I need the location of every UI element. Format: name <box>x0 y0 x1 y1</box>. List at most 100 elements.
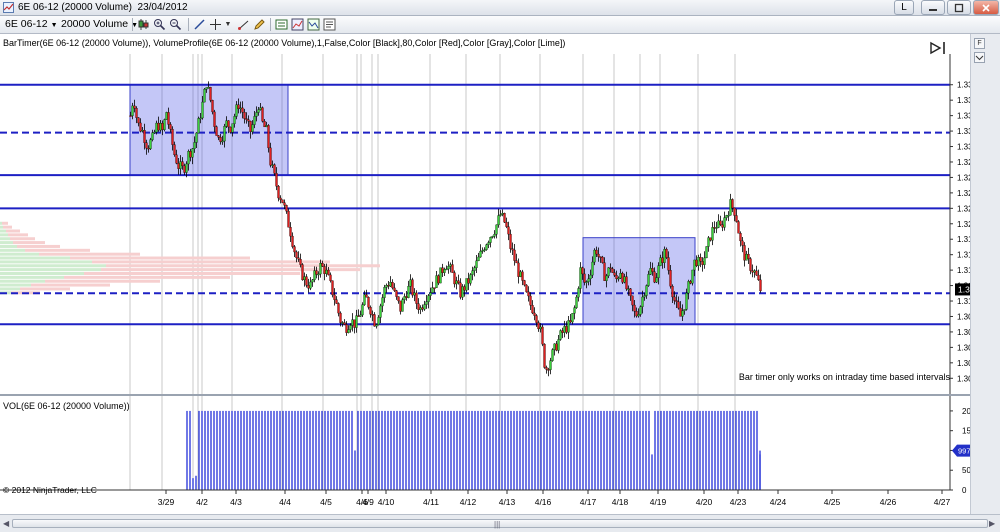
draw-line-button[interactable] <box>192 17 207 32</box>
price-tick-label: 1.3360 <box>957 96 970 105</box>
candle-down <box>215 126 218 136</box>
candle-down <box>139 122 142 132</box>
candle-down <box>635 311 638 317</box>
range-box <box>582 237 696 325</box>
candle-up <box>499 214 502 216</box>
date-tick-label: 3/29 <box>158 497 175 507</box>
candle-down <box>621 272 624 283</box>
volume-profile-row <box>64 275 230 279</box>
draw-ray-button[interactable] <box>236 17 251 32</box>
price-panel[interactable]: 1.3380 1.3360 1.3340 1.3320 1.3300 1.3280 1.32… <box>0 34 991 394</box>
indicator-label: BarTimer(6E 06-12 (20000 Volume)), Volum… <box>3 38 565 48</box>
candle-up <box>591 261 594 276</box>
candle-down <box>665 248 668 258</box>
candle-up <box>149 139 152 149</box>
volume-chart[interactable]: 200001500010000500009970 3/294/24/34/44/… <box>0 396 985 514</box>
candle-up <box>571 313 574 323</box>
chevron-down-icon <box>975 55 984 61</box>
candle-up <box>473 267 476 271</box>
instrument-value: 6E 06-12 <box>5 18 48 30</box>
candle-up <box>585 281 588 283</box>
price-tick-label: 1.3180 <box>957 235 970 244</box>
date-tick-label: 4/20 <box>696 497 713 507</box>
instrument-selector[interactable]: 6E 06-12 ▼ <box>2 17 58 32</box>
candle-down <box>733 207 736 216</box>
candle-up <box>587 278 590 282</box>
price-axis: 1.3380 1.3360 1.3340 1.3320 1.3300 1.3280 1.32… <box>949 54 991 394</box>
candle-down <box>541 326 544 345</box>
candle-down <box>367 297 370 308</box>
candle-up <box>577 288 580 298</box>
go-to-end-button[interactable] <box>928 40 948 56</box>
candle-down <box>651 268 654 272</box>
price-chart[interactable]: 1.3380 1.3360 1.3340 1.3320 1.3300 1.3280 1.32… <box>0 34 991 394</box>
crosshair-icon <box>210 19 221 30</box>
candle-up <box>539 326 542 330</box>
candle-up <box>729 199 732 216</box>
candle-down <box>279 197 282 200</box>
price-axis-format-button[interactable]: F <box>974 38 985 49</box>
candle-up <box>475 260 478 268</box>
candle-down <box>609 267 612 270</box>
candle-up <box>155 122 158 133</box>
bar-type-button[interactable] <box>136 17 151 32</box>
close-button[interactable] <box>973 0 999 15</box>
date-tick-label: 4/23 <box>730 497 747 507</box>
candle-down <box>533 312 536 316</box>
pencil-icon <box>254 19 265 30</box>
candle-up <box>319 263 322 275</box>
scroll-right-icon[interactable]: ▶ <box>989 519 995 528</box>
volume-profile-row <box>70 256 250 260</box>
volume-panel[interactable]: 200001500010000500009970 3/294/24/34/44/… <box>0 396 985 514</box>
candle-up <box>627 288 630 290</box>
minimize-button[interactable] <box>921 0 945 15</box>
zoom-out-button[interactable] <box>168 17 183 32</box>
maximize-button[interactable] <box>947 0 971 15</box>
link-button[interactable]: L <box>894 0 914 15</box>
candle-up <box>317 273 320 276</box>
candle-down <box>183 165 186 173</box>
maximize-icon <box>954 3 964 13</box>
panel-toggle-button[interactable] <box>974 52 985 63</box>
candle-down <box>263 121 266 128</box>
candle-down <box>669 270 672 287</box>
candle-down <box>357 315 360 317</box>
zoom-in-button[interactable] <box>152 17 167 32</box>
strategies-button[interactable] <box>306 17 321 32</box>
volume-profile-row <box>31 283 110 287</box>
horizontal-scrollbar[interactable]: ◀ ||| ▶ <box>0 514 1000 532</box>
candle-up <box>195 132 198 143</box>
pencil-button[interactable] <box>252 17 267 32</box>
candle-up <box>233 116 236 124</box>
candle-down <box>701 261 704 265</box>
properties-button[interactable] <box>322 17 337 32</box>
candle-up <box>715 227 718 229</box>
scroll-left-icon[interactable]: ◀ <box>3 519 9 528</box>
volume-profile-row <box>0 256 70 260</box>
interval-selector[interactable]: 20000 Volume ▼ <box>58 17 138 32</box>
candle-down <box>615 275 618 280</box>
candle-up <box>649 268 652 275</box>
candle-down <box>211 100 214 113</box>
magnifier-plus-icon <box>154 19 166 31</box>
right-side-strip: F <box>970 34 1000 514</box>
candle-down <box>713 227 716 229</box>
candle-down <box>283 202 286 206</box>
candle-up <box>445 268 448 271</box>
candle-up <box>443 269 446 273</box>
crosshair-button[interactable] <box>208 17 223 32</box>
volume-profile-row <box>0 279 45 283</box>
candle-down <box>329 274 332 281</box>
candle-down <box>731 199 734 209</box>
indicators-button[interactable] <box>290 17 305 32</box>
candle-up <box>379 305 382 318</box>
candle-up <box>617 277 620 280</box>
candle-down <box>397 296 400 302</box>
data-box-button[interactable] <box>274 17 289 32</box>
candle-down <box>507 226 510 235</box>
candle-down <box>689 281 692 284</box>
date-tick-label: 4/11 <box>423 497 439 507</box>
candle-down <box>543 343 546 368</box>
crosshair-dropdown[interactable]: ▼ <box>222 17 234 32</box>
candle-up <box>383 287 386 298</box>
